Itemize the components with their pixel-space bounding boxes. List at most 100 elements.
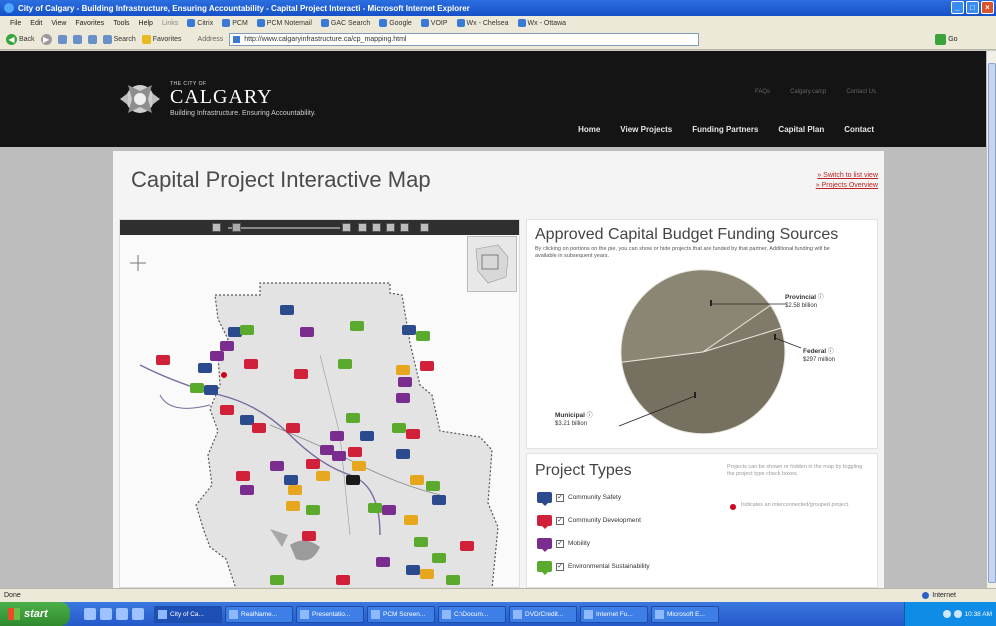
map-marker	[376, 557, 390, 567]
projects-overview-link[interactable]: » Projects Overview	[816, 181, 878, 191]
federal-label[interactable]: Federal ⓘ $297 million	[803, 348, 835, 364]
type-mobility[interactable]: ✓ Mobility	[537, 538, 590, 552]
task-button[interactable]: City of Ca...	[154, 605, 222, 623]
task-button[interactable]: DVD/Credit...	[509, 605, 577, 623]
map-tool-terrain[interactable]	[420, 223, 429, 232]
map-overview-inset[interactable]	[467, 236, 517, 292]
vertical-scrollbar[interactable]	[986, 51, 996, 588]
window-titlebar[interactable]: City of Calgary - Building Infrastructur…	[0, 0, 996, 16]
link-wx-ottawa[interactable]: Wx - Ottawa	[517, 19, 566, 27]
volume-icon[interactable]	[953, 610, 962, 618]
quick-launch-media-icon[interactable]	[132, 608, 144, 620]
community-development-checkbox[interactable]: ✓	[556, 516, 564, 525]
info-icon[interactable]: ⓘ	[828, 349, 834, 355]
type-environmental-sustainability[interactable]: ✓ Environmental Sustainability	[537, 561, 650, 575]
task-button[interactable]: Presentatio...	[296, 605, 364, 623]
map-marker	[286, 501, 300, 511]
quick-launch-outlook-icon[interactable]	[116, 608, 128, 620]
go-arrow-icon	[935, 34, 947, 45]
provincial-label[interactable]: Provincial ⓘ $2.58 billion	[785, 294, 824, 310]
menu-file[interactable]: File	[10, 20, 21, 27]
faq-link[interactable]: FAQs	[755, 89, 770, 95]
menu-help[interactable]: Help	[139, 20, 153, 27]
map-tool-map[interactable]	[372, 223, 381, 232]
link-gac-search[interactable]: GAC Search	[320, 19, 370, 27]
zoom-slider-handle[interactable]	[232, 223, 241, 232]
start-button[interactable]: start	[0, 602, 70, 626]
community-development-marker-icon	[537, 515, 552, 529]
link-voip[interactable]: VOIP	[420, 19, 448, 27]
calgary-logo[interactable]: THE CITY OF CALGARY Building Infrastruct…	[118, 79, 316, 119]
menu-tools[interactable]: Tools	[113, 20, 129, 27]
environmental-checkbox[interactable]: ✓	[556, 562, 564, 571]
task-button[interactable]: PCM Screen...	[367, 605, 435, 623]
home-button[interactable]	[87, 35, 97, 44]
federal-value: $297 million	[803, 357, 836, 363]
type-community-safety[interactable]: ✓ Community Safety	[537, 492, 621, 506]
nav-contact[interactable]: Contact	[844, 125, 874, 134]
map-tool-pan[interactable]	[358, 223, 367, 232]
task-button[interactable]: Microsoft E...	[651, 605, 719, 623]
municipal-value: $3.21 billion	[555, 421, 588, 427]
grouped-project-dot	[221, 372, 227, 378]
nav-home[interactable]: Home	[578, 125, 600, 134]
quick-launch-desktop-icon[interactable]	[100, 608, 112, 620]
menu-favorites[interactable]: Favorites	[75, 20, 104, 27]
minimize-button[interactable]: _	[951, 1, 964, 14]
info-icon[interactable]: ⓘ	[818, 295, 824, 301]
nav-funding-partners[interactable]: Funding Partners	[692, 125, 758, 134]
link-pcm-notemail[interactable]: PCM Notemail	[256, 19, 312, 27]
map-marker	[360, 431, 374, 441]
refresh-button[interactable]	[72, 35, 82, 44]
search-button[interactable]: Search	[102, 35, 136, 44]
contact-us-link[interactable]: Contact Us	[846, 89, 876, 95]
municipal-label[interactable]: Municipal ⓘ $3.21 billion	[555, 412, 593, 428]
link-google[interactable]: Google	[379, 19, 412, 27]
task-button[interactable]: C:\Docum...	[438, 605, 506, 623]
calgary-cp-link[interactable]: Calgary.ca/cp	[790, 89, 826, 95]
quick-launch-ie-icon[interactable]	[84, 608, 96, 620]
back-button[interactable]: ◀ Back	[6, 34, 35, 45]
community-safety-checkbox[interactable]: ✓	[556, 493, 564, 502]
maximize-button[interactable]: □	[966, 1, 979, 14]
forward-button[interactable]: ▶	[40, 34, 52, 45]
page-icon	[420, 19, 429, 27]
scrollbar-thumb[interactable]	[988, 63, 996, 583]
map-marker	[432, 495, 446, 505]
stop-button[interactable]	[57, 35, 67, 44]
map-marker	[236, 471, 250, 481]
link-pcm[interactable]: PCM	[222, 19, 248, 27]
type-community-development[interactable]: ✓ Community Development	[537, 515, 641, 529]
mobility-checkbox[interactable]: ✓	[556, 539, 564, 548]
task-button[interactable]: Internet Fu...	[580, 605, 648, 623]
nav-capital-plan[interactable]: Capital Plan	[778, 125, 824, 134]
map-marker	[286, 423, 300, 433]
link-citrix[interactable]: Citrix	[187, 19, 213, 27]
map-tool-hybrid[interactable]	[400, 223, 409, 232]
window-title: City of Calgary - Building Infrastructur…	[18, 3, 470, 13]
info-icon[interactable]: ⓘ	[587, 413, 593, 419]
link-wx-chelsea[interactable]: Wx - Chelsea	[456, 19, 509, 27]
window-icon	[229, 609, 238, 619]
go-button[interactable]: Go	[935, 34, 958, 45]
zoom-out-button[interactable]	[212, 223, 221, 232]
close-button[interactable]: ×	[981, 1, 994, 14]
task-button[interactable]: RealName...	[225, 605, 293, 623]
map-marker	[396, 393, 410, 403]
menu-edit[interactable]: Edit	[30, 20, 42, 27]
map-canvas[interactable]	[120, 235, 520, 588]
project-map[interactable]	[119, 219, 520, 588]
zoom-slider[interactable]	[228, 227, 340, 229]
nav-view-projects[interactable]: View Projects	[620, 125, 672, 134]
switch-list-view-link[interactable]: » Switch to list view	[816, 171, 878, 181]
page-title: Capital Project Interactive Map	[131, 167, 431, 192]
quick-launch	[84, 608, 144, 620]
map-tool-satellite[interactable]	[386, 223, 395, 232]
menu-view[interactable]: View	[51, 20, 66, 27]
taskbar: start City of Ca... RealName... Presenta…	[0, 602, 996, 626]
network-icon[interactable]	[942, 610, 951, 618]
zoom-in-button[interactable]	[342, 223, 351, 232]
map-marker	[280, 305, 294, 315]
address-bar[interactable]: http://www.calgaryinfrastructure.ca/cp_m…	[229, 33, 700, 46]
favorites-button[interactable]: Favorites	[141, 35, 182, 44]
